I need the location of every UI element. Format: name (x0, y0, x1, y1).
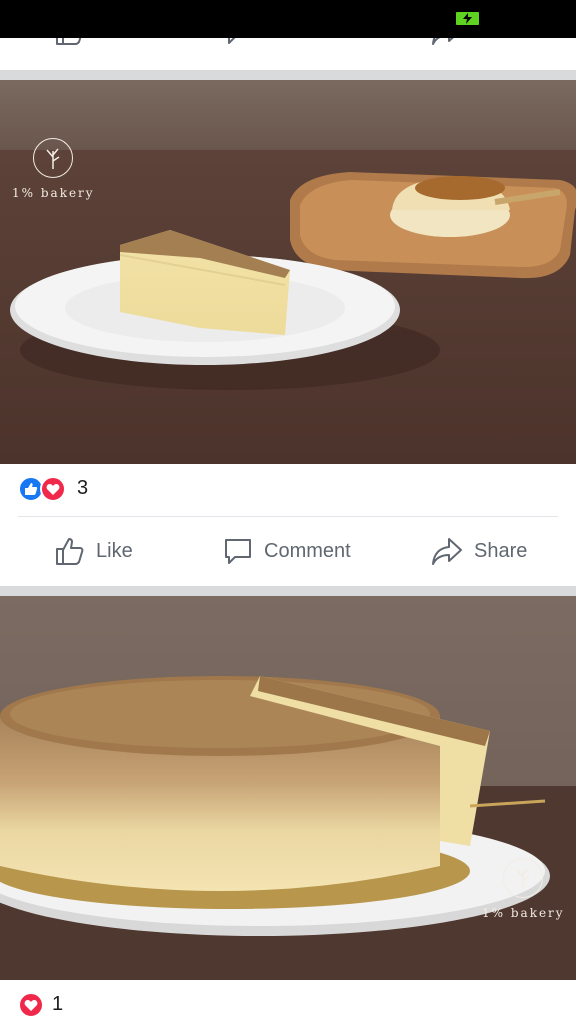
share-button[interactable]: Share (430, 518, 527, 584)
feed-divider (0, 586, 576, 596)
share-arrow-icon (432, 538, 462, 565)
watermark-text: 1% bakery (482, 906, 565, 920)
like-label: Like (96, 539, 133, 562)
comment-label: Comment (264, 539, 351, 562)
reactions-divider (18, 516, 558, 517)
watermark-text: 1% bakery (12, 186, 95, 200)
battery-icon (456, 12, 479, 25)
comment-bubble-icon (225, 539, 251, 564)
like-button[interactable]: Like (54, 518, 133, 584)
post2-reactions[interactable]: 1 (0, 980, 576, 1024)
love-reaction-icon (40, 476, 66, 502)
love-reaction-icon (18, 992, 44, 1018)
bakery-watermark: 1% bakery (12, 138, 95, 200)
post1-photo[interactable]: 1% bakery (0, 80, 576, 464)
whole-cheesecake-photo (0, 596, 576, 980)
tree-logo-icon (503, 858, 544, 898)
post2-photo[interactable]: 1% bakery (0, 596, 576, 980)
post1-action-bar: Like Comment Share (0, 518, 576, 584)
status-bar-overlay (0, 0, 576, 38)
reaction-count: 1 (52, 993, 64, 1015)
tree-logo-icon (33, 138, 74, 178)
post1-reactions[interactable]: 3 (0, 464, 576, 516)
share-label: Share (474, 539, 528, 562)
reaction-count: 3 (77, 477, 89, 499)
feed-divider (0, 70, 576, 80)
bakery-watermark: 1% bakery (482, 858, 565, 920)
thumbs-up-icon (56, 538, 84, 565)
comment-button[interactable]: Comment (222, 518, 351, 584)
